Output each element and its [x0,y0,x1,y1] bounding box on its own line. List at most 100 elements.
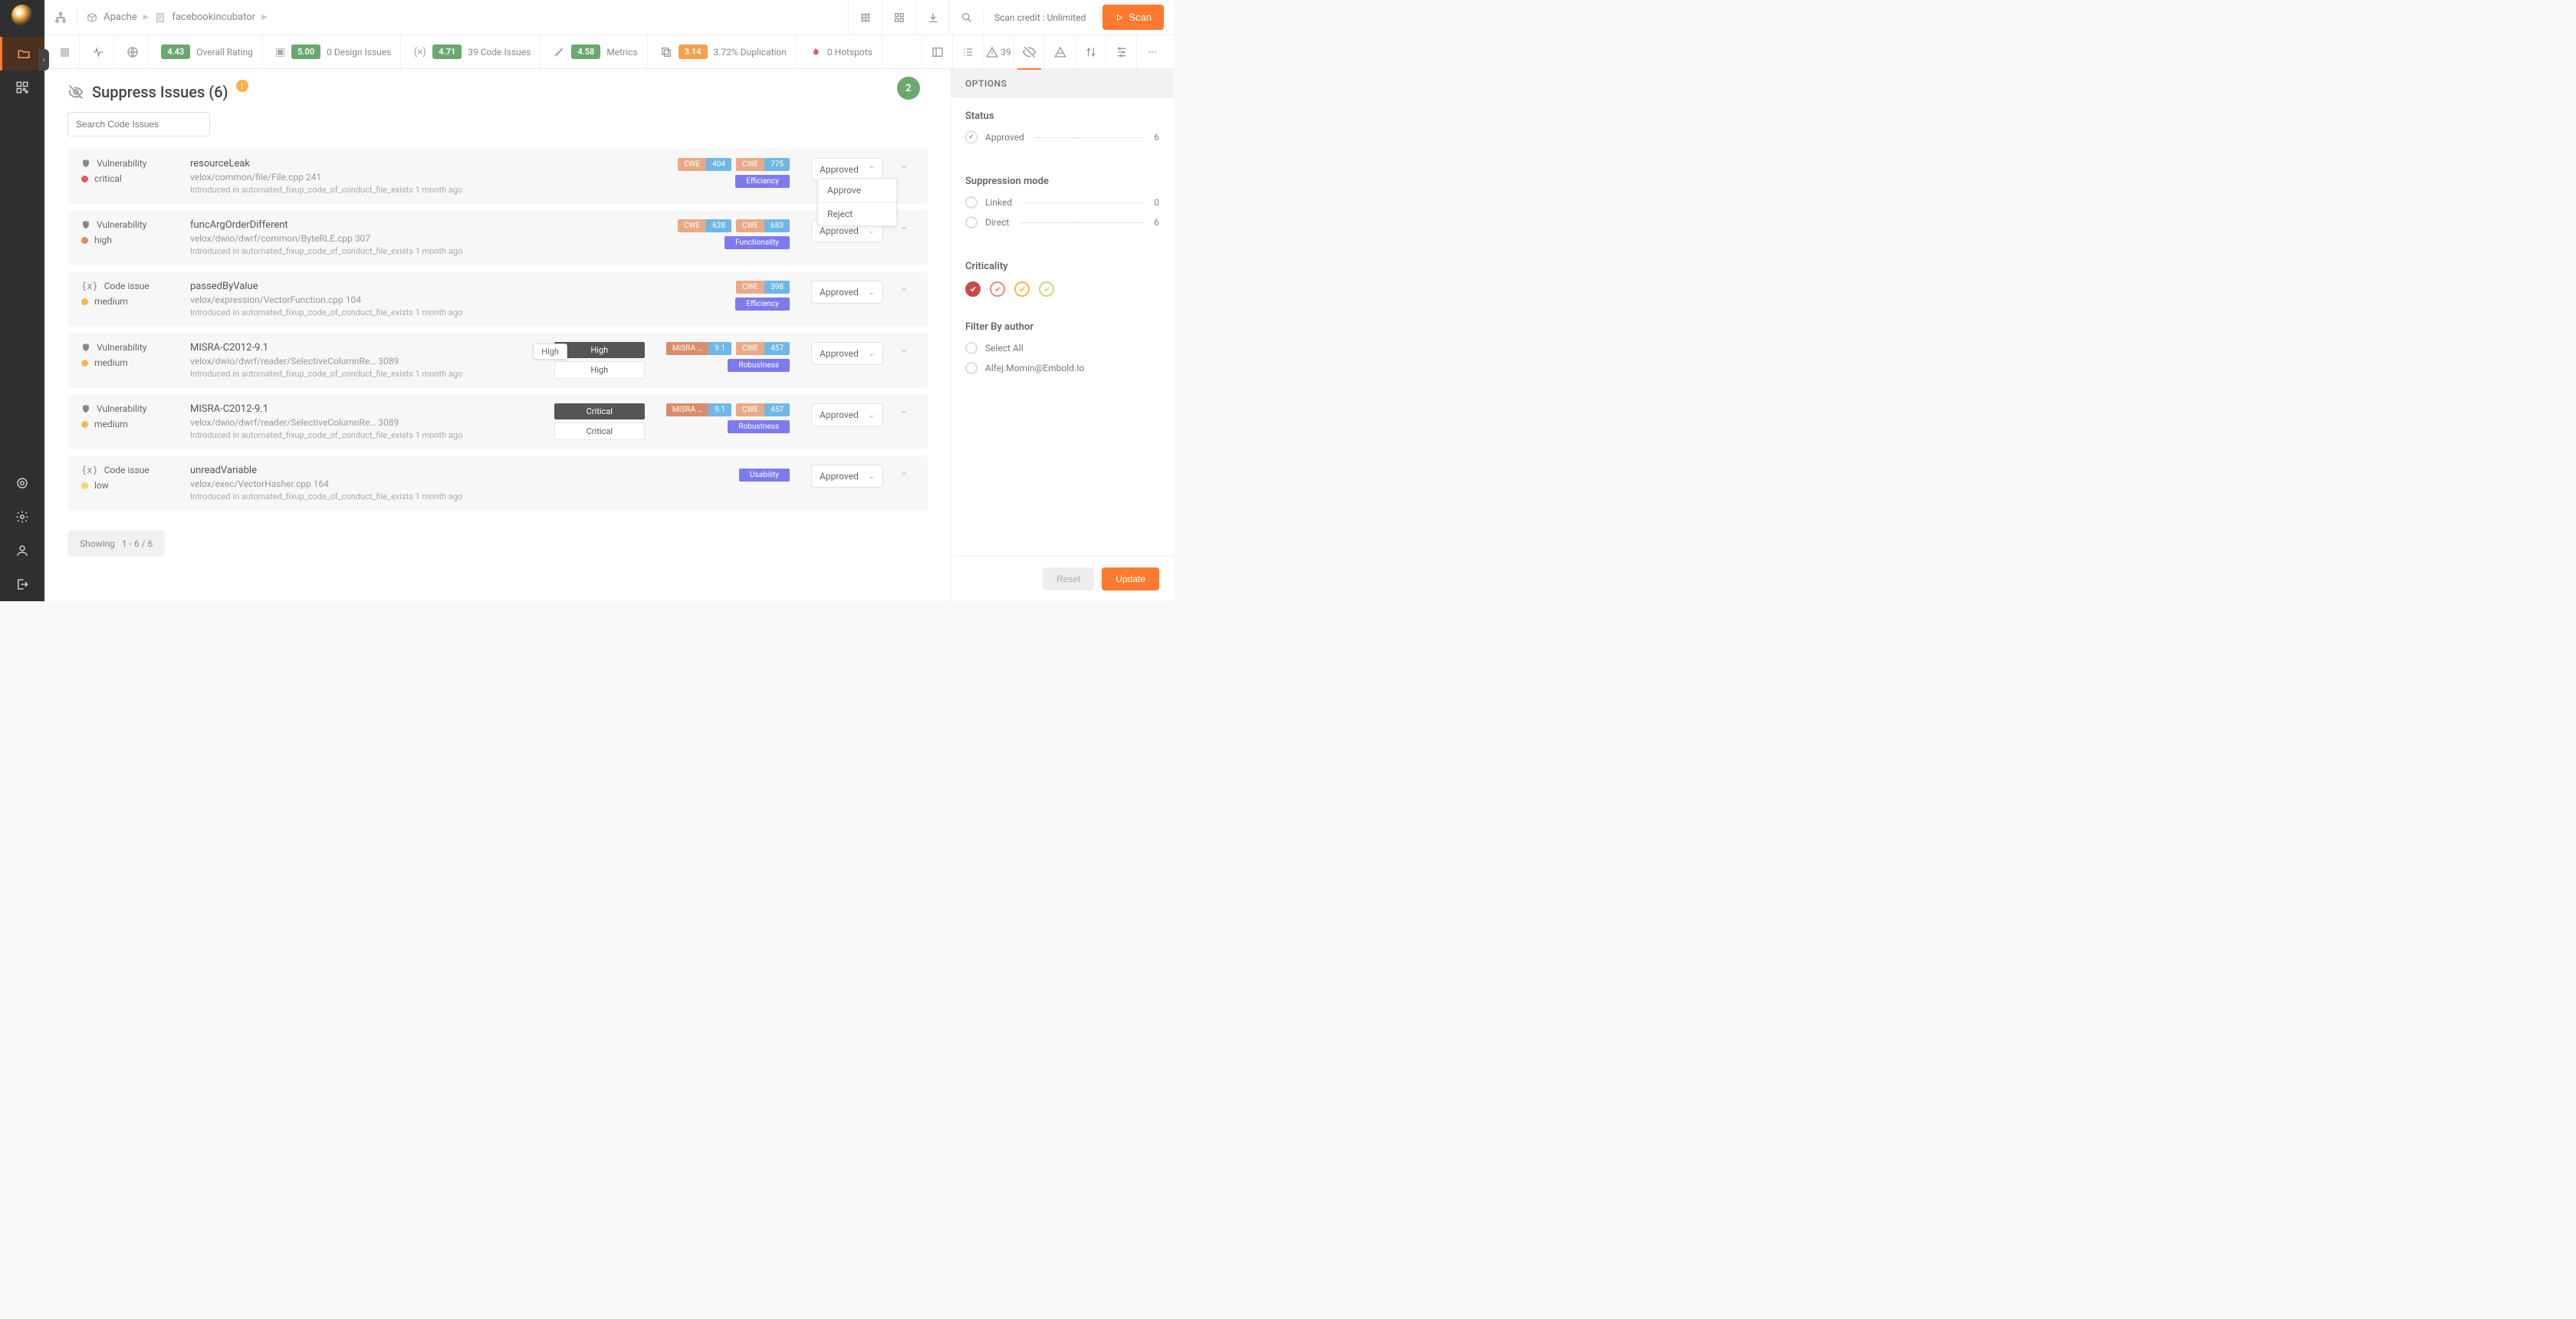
issue-row: {x}Code issue medium passedByValue velox… [67,271,928,327]
tool-alerts[interactable]: 39 [983,35,1014,69]
dropdown-reject[interactable]: Reject [818,202,896,225]
search-input[interactable] [67,112,210,137]
expand-rail-button[interactable]: › [38,49,49,71]
issue-kind: Vulnerability [81,219,173,230]
severity-pill: Critical [554,403,645,419]
issue-path[interactable]: velox/dwio/dwrf/reader/SelectiveColumnRe… [190,417,537,428]
reset-button[interactable]: Reset [1043,567,1094,590]
function-tag: Robustness [728,420,790,433]
page-title: Suppress Issues (6) [92,83,228,101]
breadcrumb-repo[interactable]: facebookincubator [172,12,255,23]
issue-tags: MISRA …9.1CWE457 Robustness [666,403,790,433]
status-dropdown[interactable]: Approved⌄ [811,342,883,365]
issue-name[interactable]: passedByValue [190,281,718,292]
metric-overall[interactable]: 4.43Overall Rating [152,35,263,69]
tool-warn2[interactable] [1044,35,1075,69]
rail-item-qr[interactable] [0,71,44,104]
status-approved-row[interactable]: ✓ Approved 6 [965,131,1159,143]
issue-name[interactable]: MISRA-C2012-9.1 [190,342,537,354]
grid-icon[interactable]: ▦ [60,46,70,58]
rail-item-target[interactable] [0,466,44,500]
rail-item-logout[interactable] [0,567,44,601]
issue-kind: Vulnerability [81,342,173,353]
info-icon[interactable]: i [236,80,248,92]
issue-name[interactable]: unreadVariable [190,465,722,476]
globe-icon[interactable] [127,46,139,58]
pulse-icon[interactable] [92,46,104,58]
issue-name[interactable]: funcArgOrderDifferent [190,219,661,231]
update-button[interactable]: Update [1102,567,1159,590]
download-icon[interactable] [915,0,949,35]
status-dropdown[interactable]: Approved⌄ [811,403,883,426]
issue-intro: Introduced in automated_fixup_code_of_co… [190,246,661,256]
scan-button[interactable]: Scan [1102,5,1164,30]
metric-code[interactable]: {×}4.7139 Code Issues [404,35,540,69]
tool-filter[interactable] [1106,35,1136,69]
breadcrumb-org[interactable]: Apache [104,12,137,23]
issue-name[interactable]: MISRA-C2012-9.1 [190,403,537,415]
author-select-all[interactable]: Select All [965,342,1159,354]
blocks-icon: ▣ [275,46,285,58]
tool-compare[interactable] [1075,35,1106,69]
metric-design[interactable]: ▣5.000 Design Issues [266,35,401,69]
issue-path[interactable]: velox/common/file/File.cpp 241 [190,172,661,183]
rail-item-settings[interactable] [0,500,44,534]
more-icon[interactable]: ⌄ [900,282,914,293]
suppression-direct-row[interactable]: Direct 6 [965,216,1159,229]
options-panel: OPTIONS Status ✓ Approved 6 Suppression … [951,69,1173,601]
issue-severity: medium [81,357,173,368]
more-icon[interactable]: ⌄ [900,466,914,477]
metric-dup[interactable]: 3.143.72% Duplication [651,35,797,69]
criticality-critical[interactable] [965,281,981,297]
status-dropdown[interactable]: Approved⌄ [811,465,883,488]
tool-panel[interactable] [922,35,952,69]
grid-icon-2[interactable] [882,0,915,35]
tool-list[interactable] [952,35,983,69]
chevron-down-icon: ⌄ [869,411,875,419]
flame-icon [809,46,821,58]
pagination: Showing 1 - 6 / 6 [67,531,165,557]
dropdown-approve[interactable]: Approve [818,179,896,202]
grid-icon-1[interactable] [848,0,882,35]
criticality-medium[interactable] [1014,281,1030,297]
options-header: OPTIONS [951,69,1173,98]
radio-icon [965,362,978,374]
suppression-linked-row[interactable]: Linked 0 [965,196,1159,209]
tool-suppress[interactable] [1014,35,1044,69]
more-icon[interactable]: ⌄ [900,160,914,170]
more-icon[interactable]: ⌄ [900,221,914,232]
check-icon: ✓ [965,131,978,143]
issue-path[interactable]: velox/expression/VectorFunction.cpp 104 [190,294,718,305]
metric-metrics[interactable]: 4.58Metrics [544,35,647,69]
author-section-label: Filter By author [965,321,1159,333]
severity-pill: High [554,361,645,379]
issue-severity: high [81,235,173,245]
more-icon[interactable]: ⌄ [900,344,914,354]
hierarchy-icon[interactable] [54,11,67,25]
metric-hotspots[interactable]: 0 Hotspots [800,35,882,69]
issue-path[interactable]: velox/dwio/dwrf/reader/SelectiveColumnRe… [190,356,537,367]
user-icon [15,544,29,558]
logout-icon [15,577,29,591]
author-item[interactable]: Alfej.Momin@Embold.Io [965,362,1159,374]
left-rail: › [0,0,44,601]
issue-path[interactable]: velox/dwio/dwrf/common/ByteRLE.cpp 307 [190,233,661,244]
chevron-down-icon: ⌄ [869,472,875,481]
breadcrumb: Apache ▶ facebookincubator ▶ [87,12,268,23]
status-dropdown[interactable]: Approved⌄ [811,281,883,304]
search-icon[interactable] [949,0,983,35]
issue-kind: {x}Code issue [81,465,173,475]
rail-item-user[interactable] [0,534,44,567]
status-dropdown-menu: ApproveReject [817,178,897,226]
issue-row: High Vulnerability medium MISRA-C2012-9.… [67,333,928,388]
issue-path[interactable]: velox/exec/VectorHasher.cpp 164 [190,479,722,489]
chevron-right-icon: ▶ [261,13,268,21]
more-icon[interactable]: ⌄ [900,405,914,416]
chevron-down-icon: ⌄ [869,350,875,358]
issue-name[interactable]: resourceLeak [190,158,661,169]
criticality-high[interactable] [990,281,1005,297]
folder-icon [17,47,31,61]
criticality-low[interactable] [1039,281,1054,297]
tool-more[interactable] [1136,35,1167,69]
severity-pill: High [554,342,645,358]
